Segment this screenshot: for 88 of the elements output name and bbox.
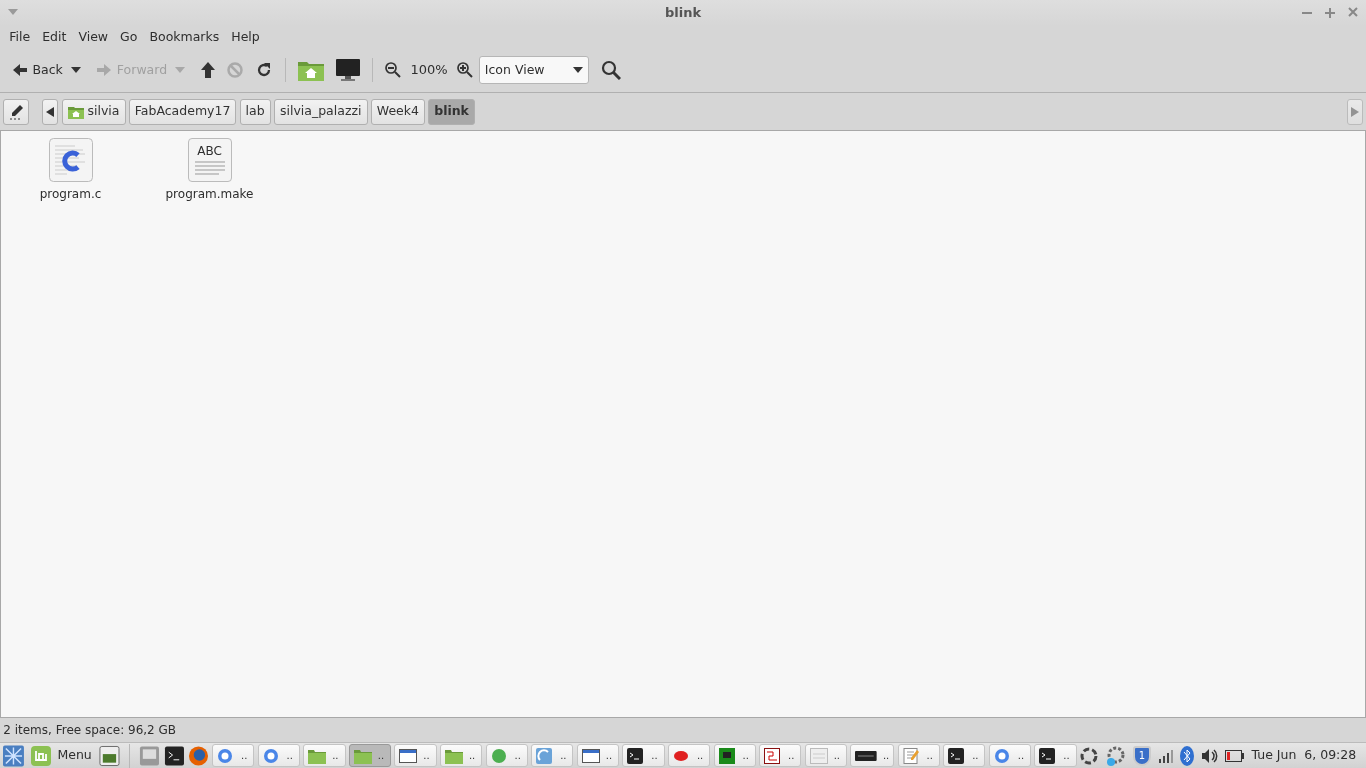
bluetooth-icon[interactable] bbox=[1180, 745, 1194, 766]
path-segment[interactable]: Week4 bbox=[370, 98, 425, 125]
taskbar-window-button[interactable]: .. bbox=[303, 744, 346, 767]
path-segment[interactable]: blink bbox=[428, 98, 475, 125]
taskbar-window-button[interactable]: .. bbox=[622, 744, 665, 767]
app-icon bbox=[444, 747, 463, 764]
update-shield-icon[interactable]: 1 bbox=[1133, 745, 1151, 766]
right-arrow-icon bbox=[1350, 106, 1359, 117]
menu-item[interactable]: Edit bbox=[36, 27, 73, 47]
pencil-icon bbox=[9, 103, 24, 120]
app-icon bbox=[216, 747, 235, 764]
start-icon[interactable] bbox=[3, 744, 25, 767]
menu-item[interactable]: Go bbox=[114, 27, 144, 47]
taskbar-window-button[interactable]: .. bbox=[850, 744, 895, 767]
battery-icon[interactable] bbox=[1225, 749, 1245, 762]
taskbar-window-button[interactable]: .. bbox=[485, 744, 528, 767]
taskbar-window-button[interactable]: .. bbox=[667, 744, 711, 767]
app-icon bbox=[1039, 747, 1058, 764]
zoom-out-icon[interactable] bbox=[385, 62, 402, 78]
app-icon bbox=[490, 747, 509, 764]
menu-button[interactable]: Menu bbox=[27, 745, 96, 766]
app-icon bbox=[262, 747, 281, 764]
taskbar-window-button[interactable]: .. bbox=[988, 744, 1032, 767]
dropdown-caret-icon[interactable] bbox=[70, 67, 81, 73]
taskbar-window-button[interactable]: .. bbox=[943, 744, 986, 767]
taskbar-window-button[interactable]: .. bbox=[257, 744, 300, 767]
app-icon bbox=[993, 747, 1012, 764]
taskbar-window-button[interactable]: .. bbox=[211, 744, 255, 767]
taskbar-window-button[interactable]: .. bbox=[759, 744, 802, 767]
app-icon bbox=[581, 747, 600, 764]
app-icon bbox=[809, 747, 828, 764]
menu-item[interactable]: File bbox=[3, 27, 37, 47]
menu-item[interactable]: View bbox=[72, 27, 115, 47]
file-name[interactable]: program.make bbox=[165, 184, 254, 203]
up-arrow-icon[interactable] bbox=[201, 62, 216, 78]
app-icon bbox=[308, 747, 327, 764]
menu-item[interactable]: Bookmarks bbox=[143, 27, 226, 47]
taskbar-window-button[interactable]: .. bbox=[897, 744, 940, 767]
app-icon bbox=[627, 747, 646, 764]
file-name[interactable]: program.c bbox=[39, 184, 102, 203]
app-icon bbox=[948, 747, 967, 764]
dropdown-caret-icon bbox=[572, 67, 583, 73]
taskbar-window-button[interactable]: .. bbox=[531, 744, 574, 767]
taskbar-window-button[interactable]: .. bbox=[713, 744, 756, 767]
firefox-icon[interactable] bbox=[187, 744, 209, 767]
status-text: 2 items, Free space: 96,2 GB bbox=[3, 722, 177, 739]
app-icon bbox=[353, 747, 372, 764]
monitor-icon[interactable] bbox=[336, 59, 361, 81]
taskbar-window-button[interactable]: .. bbox=[576, 744, 620, 767]
taskbar-window-button[interactable]: .. bbox=[439, 744, 483, 767]
arrow-icon bbox=[96, 63, 111, 77]
menu-item[interactable]: Help bbox=[225, 27, 266, 47]
volume-icon[interactable] bbox=[1200, 747, 1219, 764]
taskbar-window-button[interactable]: .. bbox=[1034, 744, 1077, 767]
terminal-icon[interactable] bbox=[163, 744, 185, 767]
icon-label: ABC bbox=[197, 142, 222, 160]
path-left-button[interactable] bbox=[42, 98, 59, 125]
left-arrow-icon bbox=[46, 106, 55, 117]
close-icon[interactable] bbox=[1348, 6, 1358, 18]
app-icon bbox=[764, 747, 783, 764]
back-button[interactable]: Back bbox=[6, 57, 69, 83]
app-icon bbox=[536, 747, 555, 764]
show-desktop-icon[interactable] bbox=[99, 744, 120, 767]
clock[interactable]: Tue Jun 6, 09:28 bbox=[1251, 746, 1363, 765]
zoom-level: 100% bbox=[409, 61, 449, 80]
taskbar-window-button[interactable]: .. bbox=[804, 744, 848, 767]
signal-icon[interactable] bbox=[1157, 747, 1174, 764]
path-segment[interactable]: FabAcademy17 bbox=[128, 98, 237, 125]
app-icon bbox=[902, 747, 921, 764]
window-title: blink bbox=[664, 4, 702, 23]
maximize-icon[interactable] bbox=[1325, 6, 1335, 18]
c-source-file-icon bbox=[48, 137, 93, 182]
edit-path-button[interactable] bbox=[3, 98, 30, 125]
path-segment[interactable]: silvia bbox=[61, 98, 126, 125]
taskbar-window-button[interactable]: .. bbox=[394, 744, 437, 767]
arrow-icon bbox=[12, 63, 27, 77]
app-icon bbox=[399, 747, 418, 764]
home-folder-icon bbox=[67, 104, 84, 119]
path-segment[interactable]: silvia_palazzi bbox=[273, 98, 368, 125]
search-icon[interactable] bbox=[600, 60, 621, 80]
text-lines-icon bbox=[194, 159, 225, 178]
view-mode-dropdown[interactable]: Icon View bbox=[478, 56, 589, 84]
mint-logo-icon bbox=[31, 745, 52, 766]
home-folder-icon[interactable] bbox=[298, 59, 325, 81]
app-icon bbox=[718, 747, 737, 764]
taskbar-window-button[interactable]: .. bbox=[348, 744, 392, 767]
zoom-in-icon[interactable] bbox=[456, 62, 473, 78]
path-segment[interactable]: lab bbox=[239, 98, 271, 125]
